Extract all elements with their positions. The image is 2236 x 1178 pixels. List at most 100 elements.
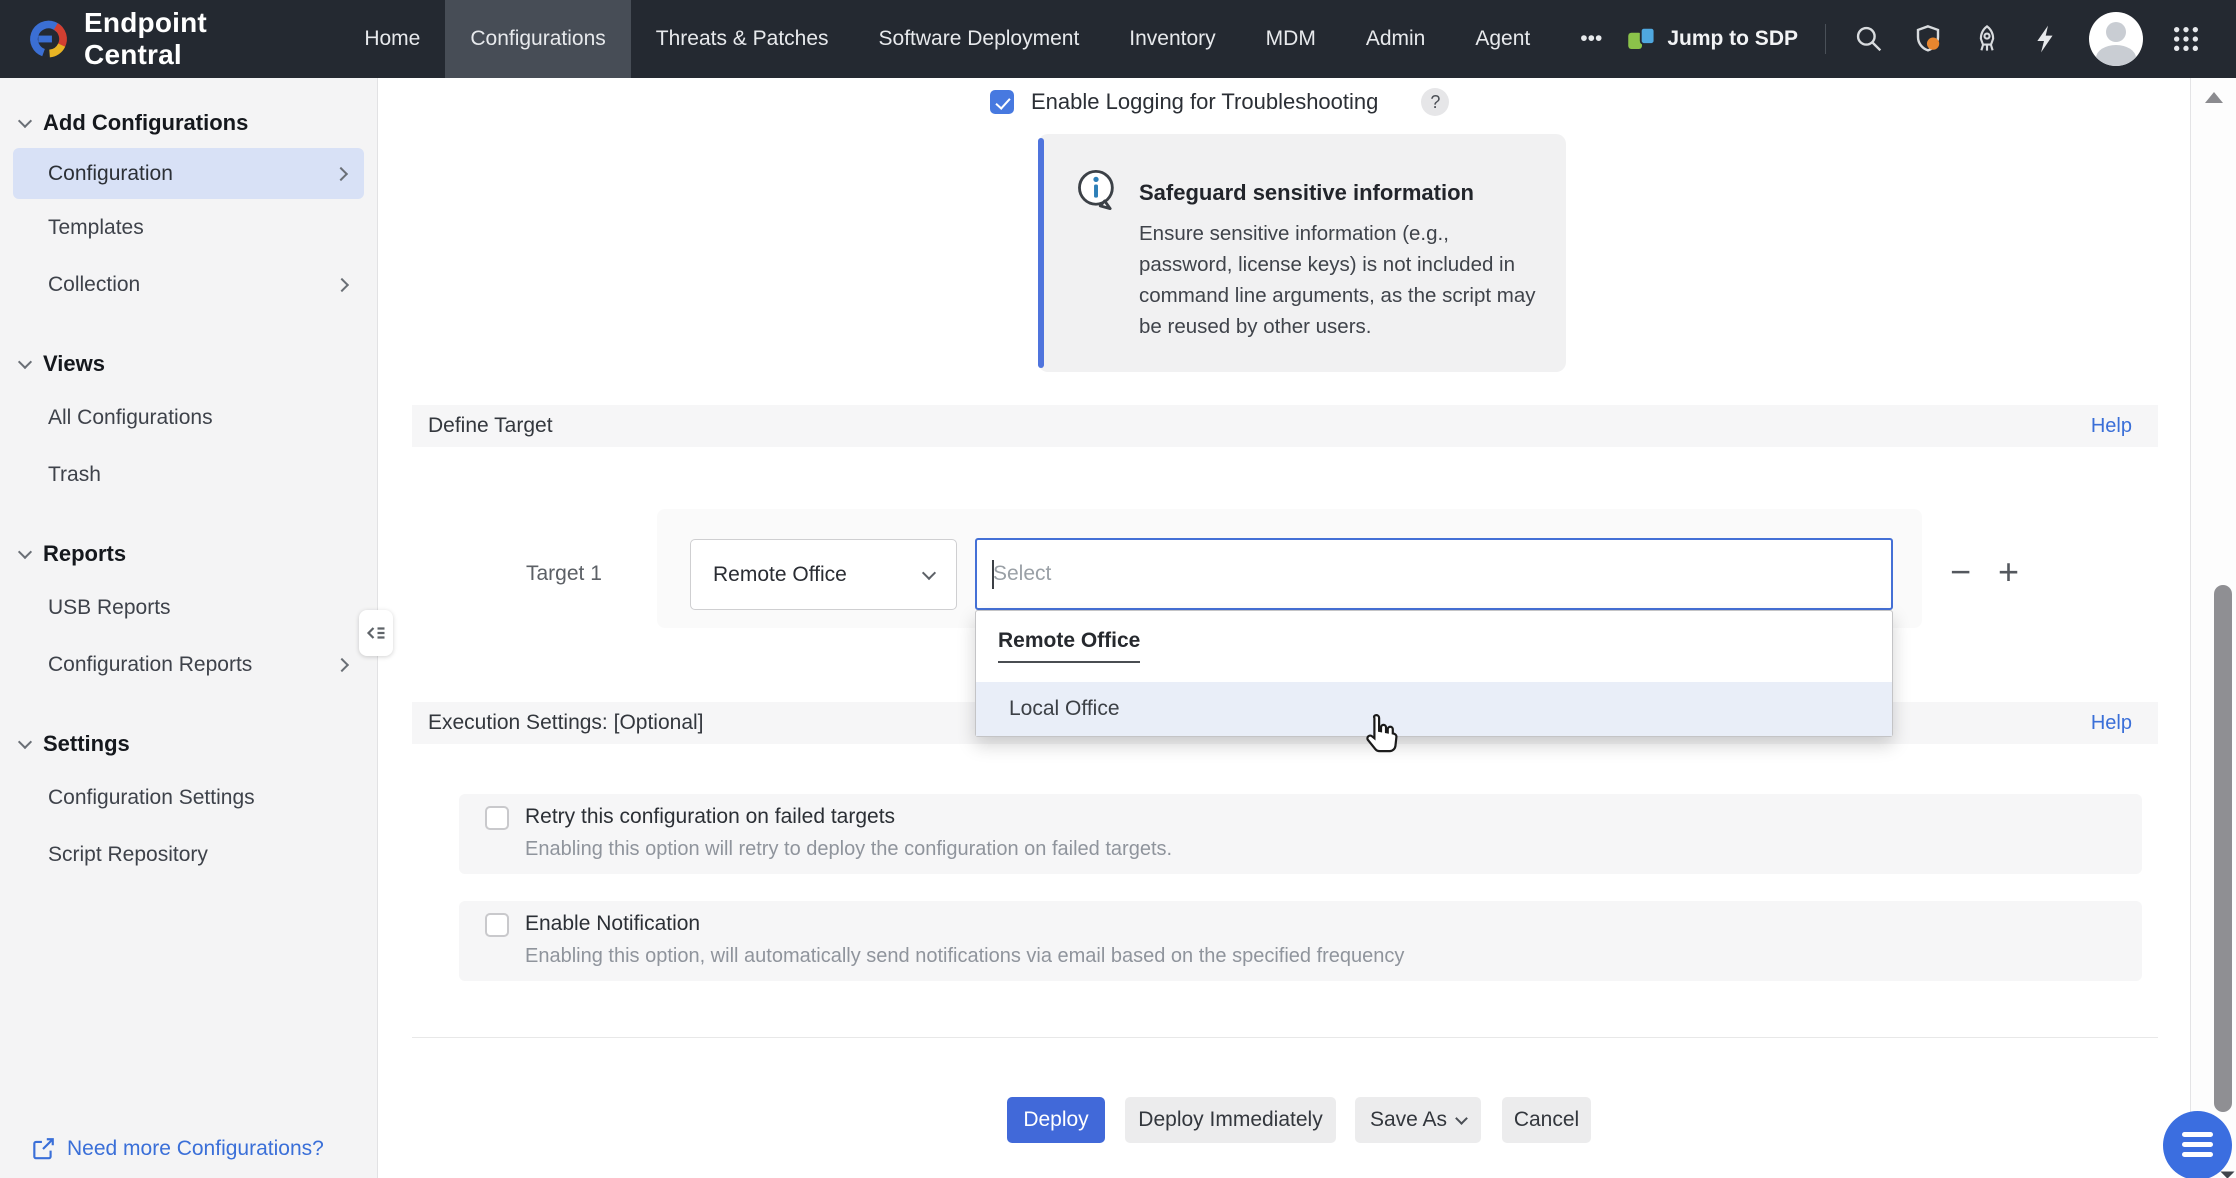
- sidebar-collapse-toggle[interactable]: [359, 610, 393, 656]
- scrollbar-thumb[interactable]: [2214, 585, 2232, 1112]
- getting-started-rocket-icon[interactable]: [1971, 23, 2003, 55]
- sidebar-item-configuration-settings[interactable]: Configuration Settings: [0, 769, 377, 826]
- nav-item-agent[interactable]: Agent: [1450, 0, 1555, 78]
- execution-settings-title: Execution Settings: [Optional]: [412, 711, 704, 735]
- need-more-configurations-label: Need more Configurations?: [67, 1137, 324, 1161]
- hamburger-icon: [2182, 1152, 2213, 1157]
- main-content: Enable Logging for Troubleshooting ? Saf…: [378, 78, 2190, 1178]
- dropdown-option-local-office[interactable]: Local Office: [976, 682, 1892, 736]
- target-type-dropdown[interactable]: Remote Office: [690, 539, 957, 610]
- notification-option-title: Enable Notification: [525, 912, 700, 936]
- user-avatar[interactable]: [2089, 12, 2143, 66]
- sidebar-item-label: Configuration: [48, 162, 173, 186]
- nav-right-tools: Jump to SDP: [1627, 12, 2236, 66]
- sidebar-header-reports[interactable]: Reports: [0, 529, 377, 579]
- enable-logging-row: Enable Logging for Troubleshooting ?: [990, 88, 1449, 116]
- remove-target-button[interactable]: −: [1950, 552, 1971, 592]
- sidebar-item-collection[interactable]: Collection: [0, 256, 377, 313]
- sidebar-item-all-configurations[interactable]: All Configurations: [0, 389, 377, 446]
- chevron-right-icon: [334, 166, 348, 180]
- jump-to-sdp-link[interactable]: Jump to SDP: [1627, 24, 1798, 54]
- sidebar-item-script-repository[interactable]: Script Repository: [0, 826, 377, 883]
- sidebar-section-add-configurations: Add Configurations Configuration Templat…: [0, 98, 377, 313]
- nav-item-inventory[interactable]: Inventory: [1104, 0, 1240, 78]
- avatar-head: [2106, 22, 2126, 42]
- info-card-body: Ensure sensitive information (e.g., pass…: [1139, 218, 1543, 342]
- sidebar-item-configuration-reports[interactable]: Configuration Reports: [0, 636, 377, 693]
- retry-option-title: Retry this configuration on failed targe…: [525, 805, 895, 829]
- notification-checkbox[interactable]: [485, 913, 509, 937]
- retry-checkbox[interactable]: [485, 806, 509, 830]
- need-more-configurations-link[interactable]: Need more Configurations?: [30, 1136, 324, 1162]
- quick-actions-bolt-icon[interactable]: [2030, 23, 2062, 55]
- safeguard-info-card: Safeguard sensitive information Ensure s…: [1038, 134, 1566, 372]
- nav-item-home[interactable]: Home: [339, 0, 445, 78]
- dropdown-option-remote-office[interactable]: Remote Office: [998, 629, 1140, 663]
- enable-logging-label: Enable Logging for Troubleshooting: [1031, 89, 1378, 115]
- sidebar-header-views[interactable]: Views: [0, 339, 377, 389]
- logging-help-icon[interactable]: ?: [1421, 88, 1449, 116]
- target-select-input[interactable]: [977, 540, 1891, 608]
- sidebar-item-trash[interactable]: Trash: [0, 446, 377, 503]
- chevron-down-icon: [1455, 1112, 1468, 1125]
- notification-option-description: Enabling this option, will automatically…: [525, 945, 1404, 968]
- brand-logo[interactable]: Endpoint Central: [0, 7, 297, 71]
- nav-item-admin[interactable]: Admin: [1341, 0, 1451, 78]
- info-bubble-icon: [1075, 167, 1119, 213]
- chevron-down-icon: [18, 355, 32, 369]
- target-1-label: Target 1: [526, 562, 602, 586]
- sidebar-header-add-configurations[interactable]: Add Configurations: [0, 98, 377, 148]
- cancel-button[interactable]: Cancel: [1502, 1097, 1591, 1143]
- enable-logging-checkbox[interactable]: [990, 90, 1014, 114]
- vertical-scrollbar: [2190, 78, 2236, 1178]
- define-target-help-link[interactable]: Help: [2091, 415, 2132, 438]
- deploy-button[interactable]: Deploy: [1007, 1097, 1105, 1143]
- sidebar-section-settings: Settings Configuration Settings Script R…: [0, 719, 377, 883]
- sidebar-item-label: Configuration Reports: [48, 653, 252, 677]
- footer-divider: [412, 1037, 2158, 1038]
- apps-grid-icon[interactable]: [2170, 23, 2202, 55]
- sidebar-header-settings[interactable]: Settings: [0, 719, 377, 769]
- info-card-title: Safeguard sensitive information: [1139, 180, 1474, 206]
- sidebar-item-label: All Configurations: [48, 406, 213, 430]
- define-target-title: Define Target: [412, 414, 553, 438]
- security-shield-icon[interactable]: [1912, 23, 1944, 55]
- sidebar-item-usb-reports[interactable]: USB Reports: [0, 579, 377, 636]
- sidebar: Add Configurations Configuration Templat…: [0, 78, 378, 1178]
- notification-option-card: Enable Notification Enabling this option…: [459, 901, 2142, 981]
- chevron-right-icon: [335, 657, 349, 671]
- save-as-button[interactable]: Save As: [1355, 1097, 1481, 1143]
- deploy-immediately-button[interactable]: Deploy Immediately: [1125, 1097, 1336, 1143]
- sidebar-header-label: Add Configurations: [43, 110, 248, 136]
- sidebar-item-label: Configuration Settings: [48, 786, 255, 810]
- nav-item-configurations[interactable]: Configurations: [445, 0, 630, 78]
- nav-item-threats-patches[interactable]: Threats & Patches: [631, 0, 854, 78]
- chevron-down-icon: [922, 565, 936, 579]
- retry-option-description: Enabling this option will retry to deplo…: [525, 838, 1172, 861]
- text-caret: [992, 560, 994, 589]
- collapse-sidebar-icon: [364, 621, 388, 645]
- retry-option-card: Retry this configuration on failed targe…: [459, 794, 2142, 874]
- edit-pencil-icon: [30, 1136, 56, 1162]
- brand-title: Endpoint Central: [84, 7, 297, 71]
- nav-item-mdm[interactable]: MDM: [1241, 0, 1341, 78]
- execution-settings-help-link[interactable]: Help: [2091, 712, 2132, 735]
- define-target-section-header: Define Target Help: [412, 405, 2158, 447]
- sidebar-item-templates[interactable]: Templates: [0, 199, 377, 256]
- sdp-icon: [1627, 24, 1657, 54]
- shield-notification-dot: [1927, 38, 1939, 50]
- add-target-button[interactable]: +: [1998, 552, 2019, 592]
- floating-menu-button[interactable]: [2163, 1111, 2232, 1178]
- chevron-right-icon: [335, 277, 349, 291]
- endpoint-central-logo-icon: [28, 17, 69, 61]
- nav-item-more-overflow[interactable]: •••: [1555, 0, 1627, 78]
- chevron-down-icon: [18, 545, 32, 559]
- sidebar-item-label: Script Repository: [48, 843, 208, 867]
- avatar-shoulders: [2096, 45, 2136, 66]
- scroll-up-arrow[interactable]: [2205, 92, 2223, 103]
- sidebar-item-label: USB Reports: [48, 596, 171, 620]
- nav-item-software-deployment[interactable]: Software Deployment: [854, 0, 1105, 78]
- sidebar-item-configuration[interactable]: Configuration: [13, 148, 364, 199]
- hamburger-icon: [2182, 1132, 2213, 1137]
- search-icon[interactable]: [1853, 23, 1885, 55]
